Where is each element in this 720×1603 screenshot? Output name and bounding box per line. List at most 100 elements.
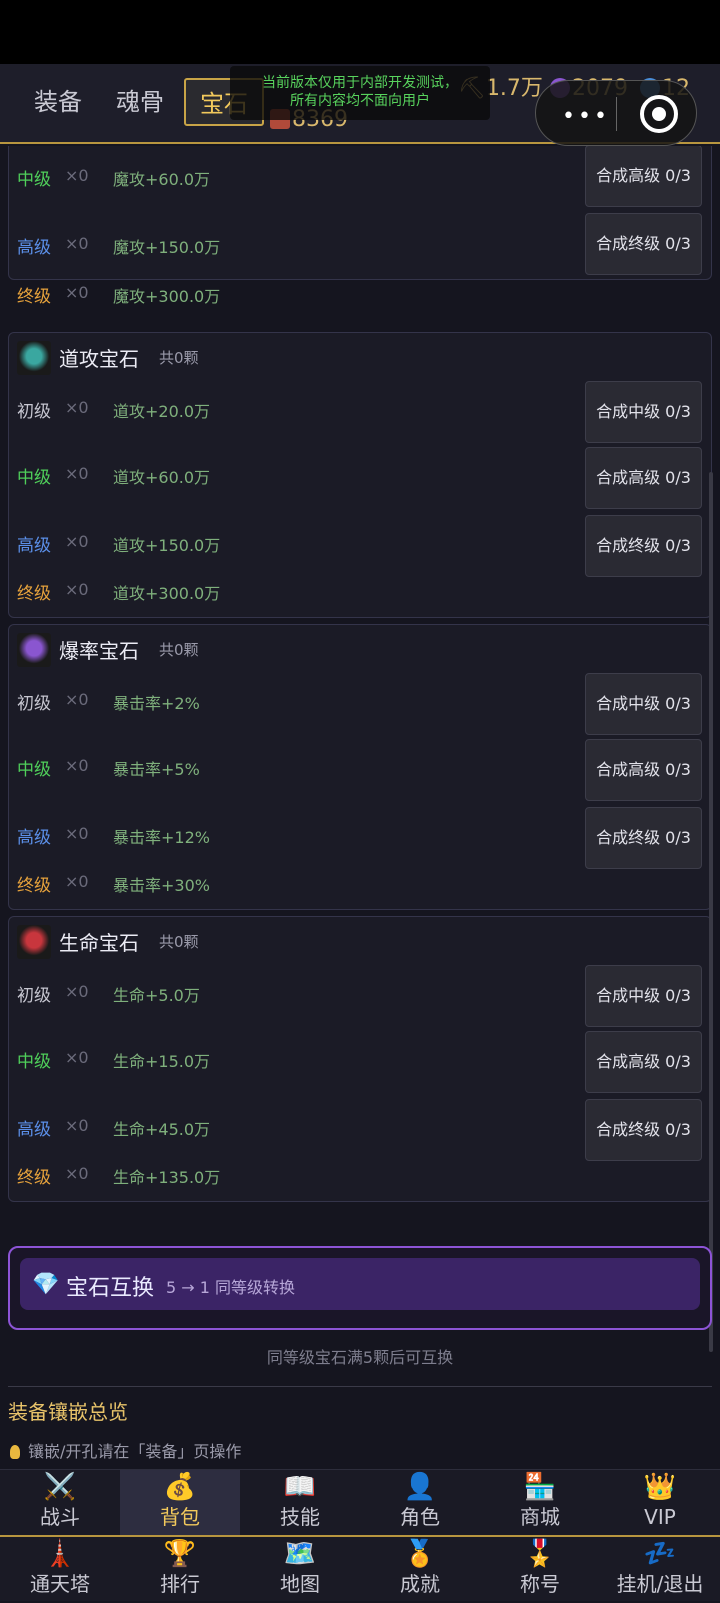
gem-level: 初级 [17,986,51,1006]
gem-stat: 道攻+20.0万 [113,402,211,421]
gem-list[interactable]: 中级 ×0 魔攻+60.0万 合成高级 0/3 高级 ×0 魔攻+150.0万 … [0,146,720,1466]
gem-level: 中级 [17,760,51,780]
nav-label: 地图 [280,1572,320,1596]
synth-button[interactable]: 合成高级 0/3 [585,146,702,207]
nav-label: 战斗 [40,1505,80,1529]
gem-exchange-button[interactable]: 💎 宝石互换 5 → 1 同等级转换 [20,1258,700,1310]
more-icon[interactable]: ••• [562,104,610,129]
gem-level: 初级 [17,402,51,422]
gem-thumbnail [17,341,51,375]
nav-item[interactable]: 💤 挂机/退出 [600,1537,720,1603]
nav-label: 称号 [520,1572,560,1596]
gem-quantity: ×0 [65,580,89,599]
gem-quantity: ×0 [65,1116,89,1135]
gem-thumbnail [17,925,51,959]
nav-label: 技能 [280,1505,320,1529]
bottom-nav-primary: ⚔️ 战斗 💰 背包 📖 技能 👤 角色 🏪 商城 👑 VIP [0,1469,720,1536]
bottom-nav-secondary: 🗼 通天塔 🏆 排行 🗺️ 地图 🏅 成就 🎖️ 称号 💤 挂机/退出 [0,1535,720,1601]
nav-item[interactable]: 🗼 通天塔 [0,1537,120,1603]
gem-level: 初级 [17,694,51,714]
gem-name: 爆率宝石 [59,639,139,663]
gem-level: 中级 [17,468,51,488]
gem-count: 共0颗 [159,349,199,367]
scrollbar[interactable] [709,472,713,1352]
nav-item[interactable]: 🗺️ 地图 [240,1537,360,1603]
gem-exchange-panel[interactable]: 💎 宝石互换 5 → 1 同等级转换 [8,1246,712,1330]
synth-button[interactable]: 合成中级 0/3 [585,381,702,443]
gem-stat: 道攻+60.0万 [113,468,211,487]
synth-button[interactable]: 合成中级 0/3 [585,965,702,1027]
synth-button[interactable]: 合成终级 0/3 [585,1099,702,1161]
tab-soul-bone[interactable]: 魂骨 [100,78,180,126]
gem-row: 终级 ×0 生命+135.0万 [9,1155,713,1195]
close-target-icon[interactable] [640,95,678,133]
gem-level: 中级 [17,1052,51,1072]
gem-stat: 暴击率+12% [113,828,210,847]
gem-card-crit-rate: 爆率宝石 共0颗 初级 ×0 暴击率+2% 合成中级 0/3 中级 ×0 暴击率+5% 合成高级 … [8,624,712,910]
gem-level: 终级 [17,1168,51,1188]
gem-quantity: ×0 [65,756,89,775]
gem-quantity: ×0 [65,532,89,551]
synth-button[interactable]: 合成高级 0/3 [585,447,702,509]
gem-stat: 生命+5.0万 [113,986,200,1005]
nav-item[interactable]: 🏆 排行 [120,1537,240,1603]
inlay-overview-title: 装备镶嵌总览 [8,1400,128,1424]
nav-label: 成就 [400,1572,440,1596]
gem-stat: 道攻+300.0万 [113,584,221,603]
gem-stat: 暴击率+2% [113,694,200,713]
divider [8,1386,712,1387]
crossed-swords-icon: ⚔️ [43,1472,77,1502]
synth-button[interactable]: 合成中级 0/3 [585,673,702,735]
gem-card-magic-attack: 中级 ×0 魔攻+60.0万 合成高级 0/3 高级 ×0 魔攻+150.0万 … [8,146,712,307]
gem-quantity: ×0 [65,464,89,483]
gem-count: 共0颗 [159,933,199,951]
inlay-tip: 镶嵌/开孔请在「装备」页操作 [10,1438,241,1462]
tab-equipment[interactable]: 装备 [18,78,98,126]
nav-item[interactable]: 📖 技能 [240,1470,360,1536]
gem-row: 终级 ×0 道攻+300.0万 [9,571,713,611]
gem-level: 高级 [17,536,51,556]
nav-label: 挂机/退出 [616,1572,704,1596]
status-bar [0,0,720,64]
medal-icon: 🏅 [403,1539,437,1569]
gem-name: 道攻宝石 [59,347,139,371]
gem-row: 终级 ×0 暴击率+30% [9,863,713,903]
nav-label: 背包 [160,1505,200,1529]
gem-card-life: 生命宝石 共0颗 初级 ×0 生命+5.0万 合成中级 0/3 中级 ×0 生命+15.0万 合成… [8,916,712,1202]
gem-quantity: ×0 [65,1164,89,1183]
nav-label: 通天塔 [30,1572,90,1596]
gem-quantity: ×0 [65,872,89,891]
miniprogram-capsule[interactable]: ••• [535,80,697,146]
nav-label: VIP [644,1505,676,1529]
synth-button[interactable]: 合成高级 0/3 [585,739,702,801]
synth-button[interactable]: 合成高级 0/3 [585,1031,702,1093]
nav-item[interactable]: 🏅 成就 [360,1537,480,1603]
nav-item[interactable]: 🏪 商城 [480,1470,600,1536]
gem-quantity: ×0 [65,824,89,843]
nav-item[interactable]: 👤 角色 [360,1470,480,1536]
synth-button[interactable]: 合成终级 0/3 [585,807,702,869]
map-icon: 🗺️ [283,1539,317,1569]
nav-label: 角色 [400,1505,440,1529]
book-icon: 📖 [283,1472,317,1502]
nav-item[interactable]: 🎖️ 称号 [480,1537,600,1603]
money-bag-icon: 💰 [163,1472,197,1502]
gem-stat: 道攻+150.0万 [113,536,221,555]
lightbulb-icon [10,1445,20,1459]
synth-button[interactable]: 合成终级 0/3 [585,515,702,577]
gem-card-dao-attack: 道攻宝石 共0颗 初级 ×0 道攻+20.0万 合成中级 0/3 中级 ×0 道攻+60.0万合… [8,332,712,618]
gem-quantity: ×0 [65,1048,89,1067]
nav-label: 商城 [520,1505,560,1529]
nav-item[interactable]: 💰 背包 [120,1470,240,1536]
exchange-hint: 同等级宝石满5颗后可互换 [266,1348,454,1367]
sleep-icon: 💤 [643,1539,677,1569]
nav-item[interactable]: 👑 VIP [600,1470,720,1536]
gem-level: 高级 [17,828,51,848]
gem-quantity: ×0 [65,398,89,417]
dev-notice: 当前版本仅用于内部开发测试， 所有内容均不面向用户 [230,66,490,120]
gem-level: 高级 [17,1120,51,1140]
nav-item[interactable]: ⚔️ 战斗 [0,1470,120,1536]
synth-button[interactable]: 合成终级 0/3 [585,213,702,275]
gem-quantity: ×0 [65,690,89,709]
crown-icon: 👑 [643,1472,677,1502]
